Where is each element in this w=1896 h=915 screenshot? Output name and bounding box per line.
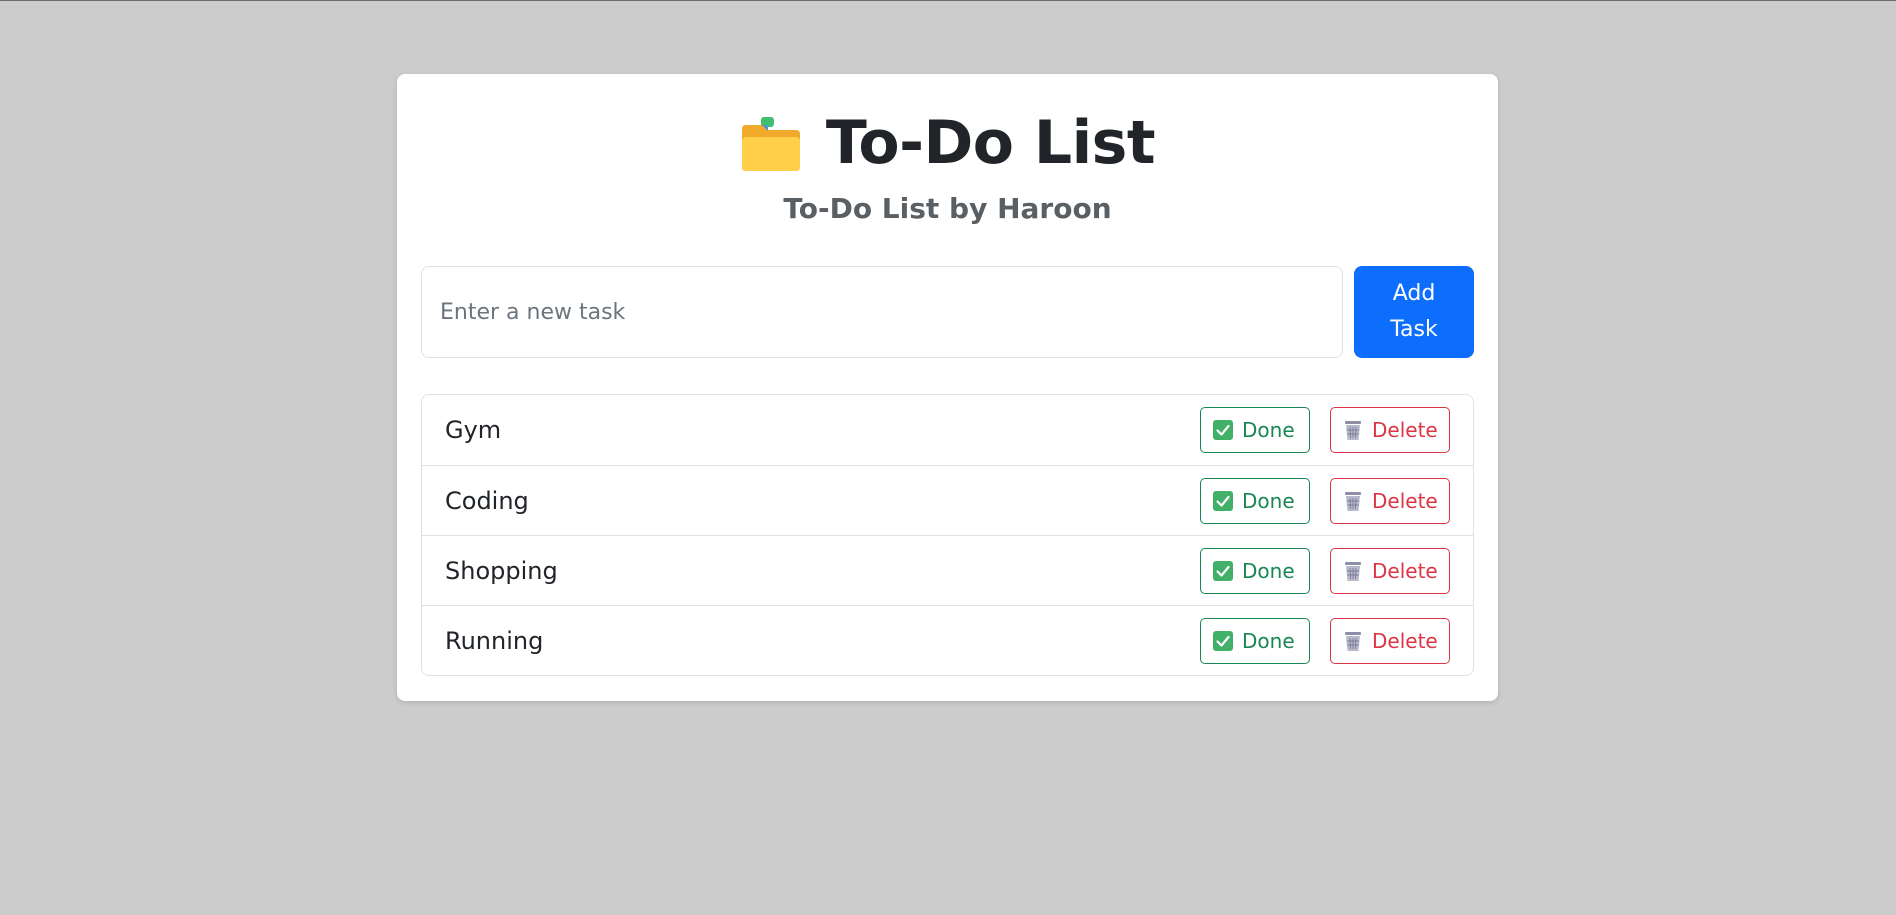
wastebasket-icon [1345,491,1361,511]
delete-button[interactable]: Delete [1330,547,1450,594]
task-list: Gym Done Delete Coding Done Delete Shopp… [421,394,1474,676]
delete-label: Delete [1372,418,1438,442]
task-label: Running [445,626,544,655]
done-button[interactable]: Done [1200,407,1310,453]
card-index-dividers-icon [741,117,800,171]
wastebasket-icon [1345,421,1361,440]
wastebasket-icon [1345,561,1361,581]
header: To-Do List [397,102,1498,184]
check-box-icon [1213,630,1233,651]
task-item: Gym Done Delete [422,395,1473,465]
wastebasket-icon [1345,631,1361,651]
add-task-button[interactable]: Add Task [1354,266,1474,358]
done-button[interactable]: Done [1200,547,1310,594]
task-label: Shopping [445,556,558,585]
done-label: Done [1242,488,1295,513]
delete-label: Delete [1372,558,1438,583]
done-button[interactable]: Done [1200,477,1310,524]
delete-button[interactable]: Delete [1330,617,1450,664]
delete-button[interactable]: Delete [1330,407,1450,453]
delete-button[interactable]: Delete [1330,477,1450,524]
page-title: To-Do List [825,108,1156,178]
new-task-input[interactable] [421,266,1343,358]
task-label: Gym [445,416,502,444]
check-box-icon [1213,560,1233,581]
check-box-icon [1213,420,1233,440]
task-item: Coding Done Delete [422,465,1473,535]
task-item: Running Done Delete [422,605,1473,675]
delete-label: Delete [1372,628,1438,653]
task-item: Shopping Done Delete [422,535,1473,605]
delete-label: Delete [1372,488,1438,513]
done-label: Done [1242,628,1295,653]
check-box-icon [1213,490,1233,511]
done-label: Done [1242,418,1295,442]
task-label: Coding [445,486,529,515]
todo-card: To-Do List To-Do List by Haroon Add Task… [397,74,1498,701]
done-button[interactable]: Done [1200,617,1310,664]
done-label: Done [1242,558,1295,583]
page-subtitle: To-Do List by Haroon [783,192,1112,225]
